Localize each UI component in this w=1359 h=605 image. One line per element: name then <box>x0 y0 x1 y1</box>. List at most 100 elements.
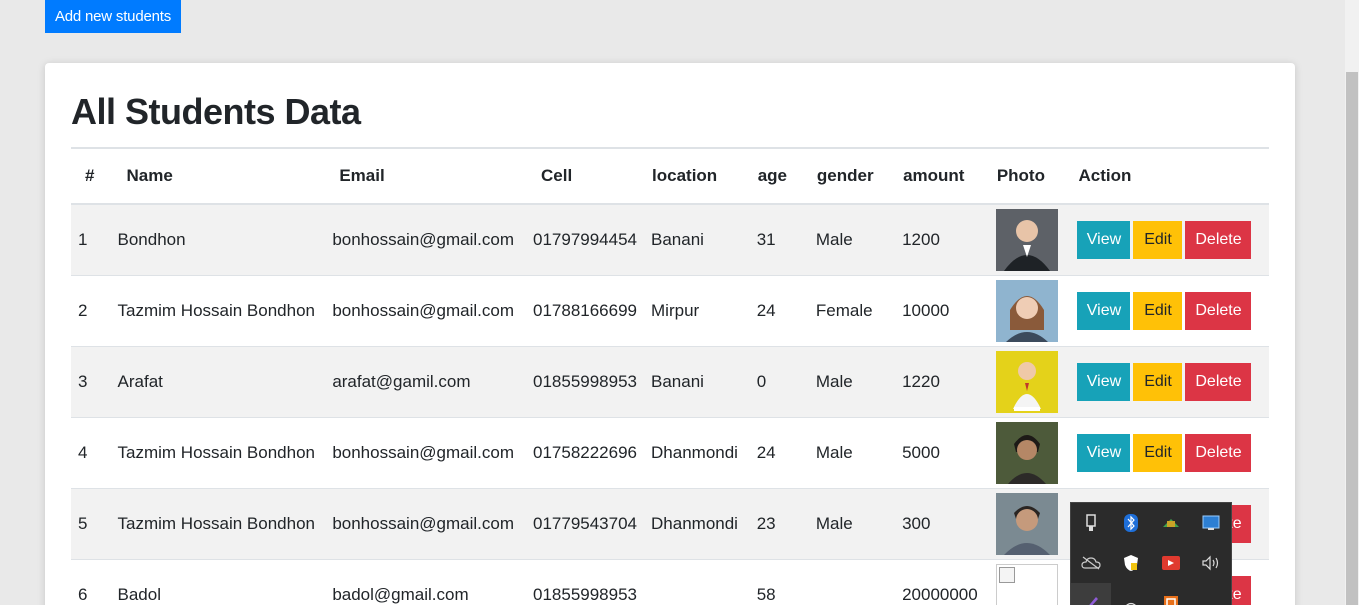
col-header-cell: Cell <box>526 149 645 205</box>
security-icon[interactable] <box>1111 543 1151 583</box>
edit-button[interactable]: Edit <box>1133 362 1183 401</box>
cell-location: Banani <box>644 345 750 417</box>
cell-name: Tazmim Hossain Bondhon <box>110 416 326 488</box>
cell-email: bonhossain@gmail.com <box>325 274 526 346</box>
cell-actions: ViewEditDelete <box>1070 203 1269 275</box>
page-scrollbar-thumb[interactable] <box>1346 72 1358 605</box>
cell-gender: Female <box>808 274 896 346</box>
cell-email: bonhossain@gmail.com <box>325 487 526 559</box>
cell-gender: Male <box>808 203 896 275</box>
cell-photo <box>988 558 1071 605</box>
wifi-icon[interactable] <box>1111 583 1151 605</box>
network-icon[interactable] <box>1151 503 1191 543</box>
edit-button[interactable]: Edit <box>1133 220 1183 259</box>
cell-location <box>644 558 750 605</box>
cell-name: Arafat <box>110 345 326 417</box>
cell-location: Dhanmondi <box>644 487 750 559</box>
student-photo <box>995 208 1058 271</box>
cell-email: bonhossain@gmail.com <box>325 203 526 275</box>
cell-id: 3 <box>71 345 111 417</box>
col-header-gender: gender <box>808 149 896 205</box>
cell-id: 6 <box>71 558 111 605</box>
cell-amount: 1200 <box>895 203 989 275</box>
cell-age: 23 <box>749 487 809 559</box>
volume-icon[interactable] <box>1191 543 1231 583</box>
view-button[interactable]: View <box>1077 291 1131 330</box>
cell-phone: 01855998953 <box>526 345 645 417</box>
col-header-amount: amount <box>895 149 989 205</box>
cell-age: 31 <box>749 203 809 275</box>
cloud-off-icon[interactable] <box>1071 543 1111 583</box>
cell-gender <box>808 558 896 605</box>
delete-button[interactable]: Delete <box>1185 291 1252 330</box>
col-header-name: Name <box>110 149 326 205</box>
delete-button[interactable]: Delete <box>1185 220 1252 259</box>
edit-button[interactable]: Edit <box>1133 433 1183 472</box>
edit-button[interactable]: Edit <box>1133 291 1183 330</box>
system-tray-overflow <box>1070 502 1232 605</box>
cell-name: Tazmim Hossain Bondhon <box>110 487 326 559</box>
delete-button[interactable]: Delete <box>1185 433 1252 472</box>
cell-location: Dhanmondi <box>644 416 750 488</box>
cell-id: 5 <box>71 487 111 559</box>
view-button[interactable]: View <box>1077 433 1131 472</box>
cell-phone: 01779543704 <box>526 487 645 559</box>
col-header-location: location <box>644 149 750 205</box>
cell-email: arafat@gamil.com <box>325 345 526 417</box>
cell-amount: 20000000 <box>895 558 989 605</box>
col-header-email: Email <box>325 149 526 205</box>
col-header-action: Action <box>1070 149 1269 205</box>
table-row: 3 Arafat arafat@gamil.com 01855998953 Ba… <box>71 345 1269 417</box>
table-header-row: # Name Email Cell location age gender am… <box>71 149 1269 205</box>
cell-location: Mirpur <box>644 274 750 346</box>
cell-age: 24 <box>749 274 809 346</box>
pen-icon[interactable] <box>1071 583 1111 605</box>
col-header-number: # <box>71 149 111 205</box>
student-photo <box>995 279 1058 342</box>
delete-button[interactable]: Delete <box>1185 362 1252 401</box>
cell-actions: ViewEditDelete <box>1070 345 1269 417</box>
add-new-students-button[interactable]: Add new students <box>45 0 181 33</box>
bluetooth-icon[interactable] <box>1111 503 1151 543</box>
cell-amount: 5000 <box>895 416 989 488</box>
cell-phone: 01788166699 <box>526 274 645 346</box>
student-photo <box>995 350 1058 413</box>
cell-gender: Male <box>808 487 896 559</box>
cell-id: 2 <box>71 274 111 346</box>
student-photo <box>995 492 1058 555</box>
page-title: All Students Data <box>71 91 361 132</box>
cell-age: 0 <box>749 345 809 417</box>
table-row: 2 Tazmim Hossain Bondhon bonhossain@gmai… <box>71 274 1269 346</box>
cell-actions: ViewEditDelete <box>1070 274 1269 346</box>
cell-phone: 01855998953 <box>526 558 645 605</box>
cell-location: Banani <box>644 203 750 275</box>
cell-name: Bondhon <box>110 203 326 275</box>
cell-actions: ViewEditDelete <box>1070 416 1269 488</box>
cell-age: 58 <box>749 558 809 605</box>
cell-amount: 10000 <box>895 274 989 346</box>
view-button[interactable]: View <box>1077 220 1131 259</box>
cell-phone: 01797994454 <box>526 203 645 275</box>
col-header-photo: Photo <box>988 149 1071 205</box>
table-row: 4 Tazmim Hossain Bondhon bonhossain@gmai… <box>71 416 1269 488</box>
record-icon[interactable] <box>1151 543 1191 583</box>
cell-email: badol@gmail.com <box>325 558 526 605</box>
cell-photo <box>988 487 1071 559</box>
cell-photo <box>988 345 1071 417</box>
cell-phone: 01758222696 <box>526 416 645 488</box>
display-icon[interactable] <box>1191 503 1231 543</box>
app-icon[interactable] <box>1151 583 1191 605</box>
broken-image-icon <box>995 563 1058 605</box>
cell-amount: 300 <box>895 487 989 559</box>
table-row: 1 Bondhon bonhossain@gmail.com 017979944… <box>71 203 1269 275</box>
cell-photo <box>988 416 1071 488</box>
view-button[interactable]: View <box>1077 362 1131 401</box>
cell-email: bonhossain@gmail.com <box>325 416 526 488</box>
student-photo <box>995 421 1058 484</box>
cell-photo <box>988 274 1071 346</box>
cell-photo <box>988 203 1071 275</box>
cell-amount: 1220 <box>895 345 989 417</box>
col-header-age: age <box>749 149 809 205</box>
cell-name: Badol <box>110 558 326 605</box>
usb-icon[interactable] <box>1071 503 1111 543</box>
